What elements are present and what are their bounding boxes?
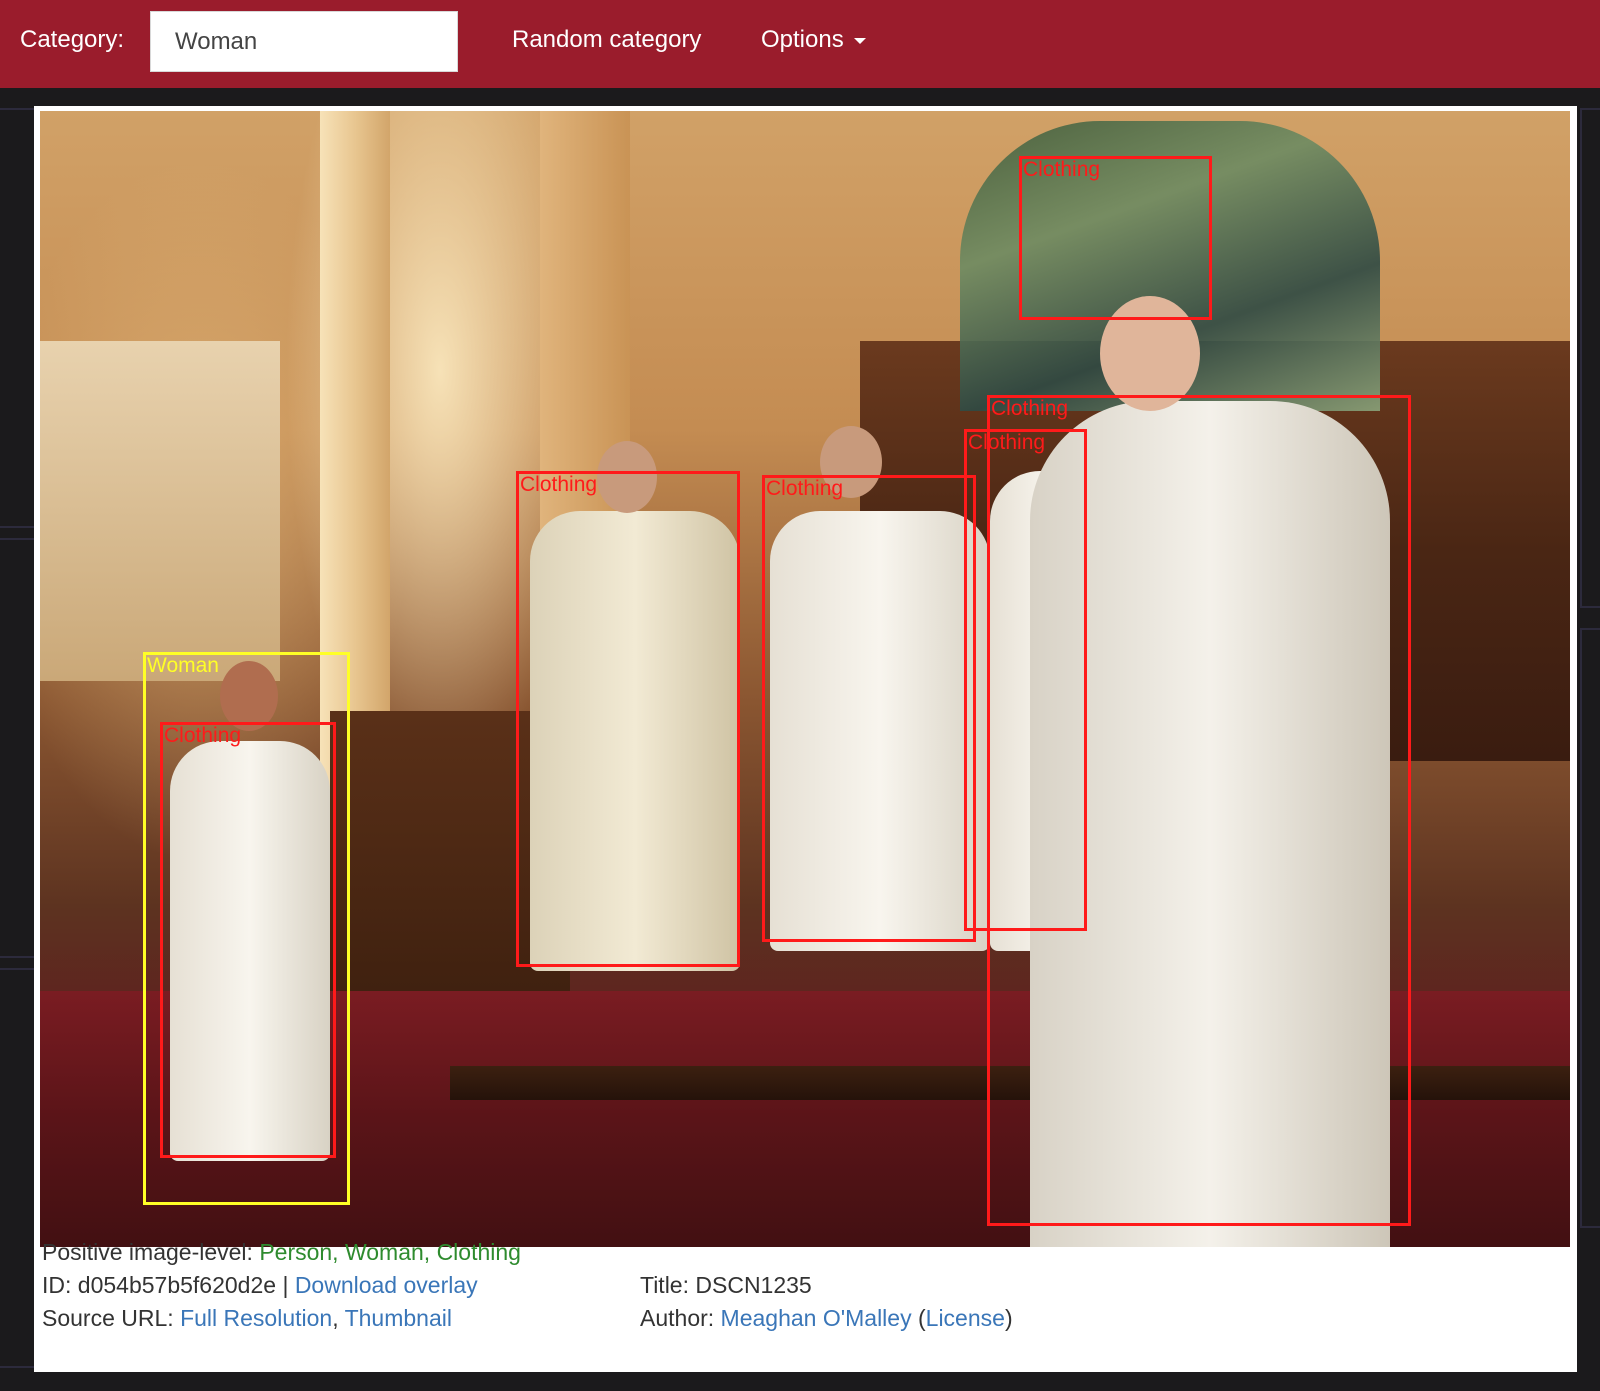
author-link[interactable]: Meaghan O'Malley	[721, 1305, 912, 1331]
bounding-box-label: Clothing	[1023, 158, 1101, 181]
photo-balcony	[40, 341, 280, 681]
background-tile[interactable]	[1580, 108, 1600, 608]
annotated-photo[interactable]: Clothing Clothing Clothing Clothing Clot…	[40, 111, 1570, 1247]
bounding-box-clothing: Clothing	[964, 429, 1087, 931]
options-dropdown[interactable]: Options	[761, 26, 866, 54]
author-label: Author:	[640, 1305, 715, 1331]
source-label: Source URL:	[42, 1305, 174, 1331]
paren-open: (	[917, 1305, 926, 1331]
caret-down-icon	[853, 37, 866, 44]
thumbnail-link[interactable]: Thumbnail	[345, 1305, 452, 1331]
background-tile[interactable]	[0, 108, 36, 528]
options-label: Options	[761, 26, 844, 53]
separator: |	[282, 1272, 289, 1298]
top-navbar: Category: Random category Options	[0, 0, 1600, 88]
license-link[interactable]: License	[926, 1305, 1005, 1331]
bounding-box-label: Clothing	[968, 431, 1046, 454]
category-input[interactable]	[150, 11, 458, 72]
title-value: DSCN1235	[695, 1272, 812, 1298]
bounding-box-clothing: Clothing	[762, 475, 976, 942]
id-label: ID:	[42, 1272, 72, 1298]
source-url-line: Source URL: Full Resolution, Thumbnail	[42, 1303, 452, 1333]
bounding-box-label: Clothing	[991, 397, 1069, 420]
bounding-box-label: Woman	[147, 654, 219, 677]
bounding-box-clothing: Clothing	[160, 722, 336, 1158]
background-tile[interactable]	[0, 968, 36, 1368]
author-line: Author: Meaghan O'Malley (License)	[640, 1303, 1013, 1333]
title-label: Title:	[640, 1272, 689, 1298]
category-label: Category:	[20, 26, 125, 53]
positive-labels-line: Positive image-level: Person, Woman, Clo…	[42, 1237, 521, 1267]
download-overlay-link[interactable]: Download overlay	[295, 1272, 478, 1298]
bounding-box-clothing: Clothing	[1019, 156, 1212, 320]
background-tile[interactable]	[1580, 628, 1600, 1228]
random-category-link[interactable]: Random category	[512, 26, 701, 54]
title-line: Title: DSCN1235	[640, 1270, 812, 1300]
id-value: d054b57b5f620d2e	[77, 1272, 277, 1298]
bounding-box-label: Clothing	[164, 724, 242, 747]
bounding-box-clothing: Clothing	[516, 471, 740, 967]
background-tile[interactable]	[0, 538, 36, 958]
full-resolution-link[interactable]: Full Resolution	[180, 1305, 332, 1331]
paren-close: )	[1004, 1305, 1013, 1331]
comma: ,	[332, 1305, 339, 1331]
positive-label: Positive image-level:	[42, 1239, 253, 1265]
positive-values: Person, Woman, Clothing	[259, 1239, 521, 1265]
bounding-box-label: Clothing	[766, 477, 844, 500]
id-line: ID: d054b57b5f620d2e | Download overlay	[42, 1270, 478, 1300]
bounding-box-label: Clothing	[520, 473, 598, 496]
image-card: Clothing Clothing Clothing Clothing Clot…	[34, 106, 1577, 1372]
